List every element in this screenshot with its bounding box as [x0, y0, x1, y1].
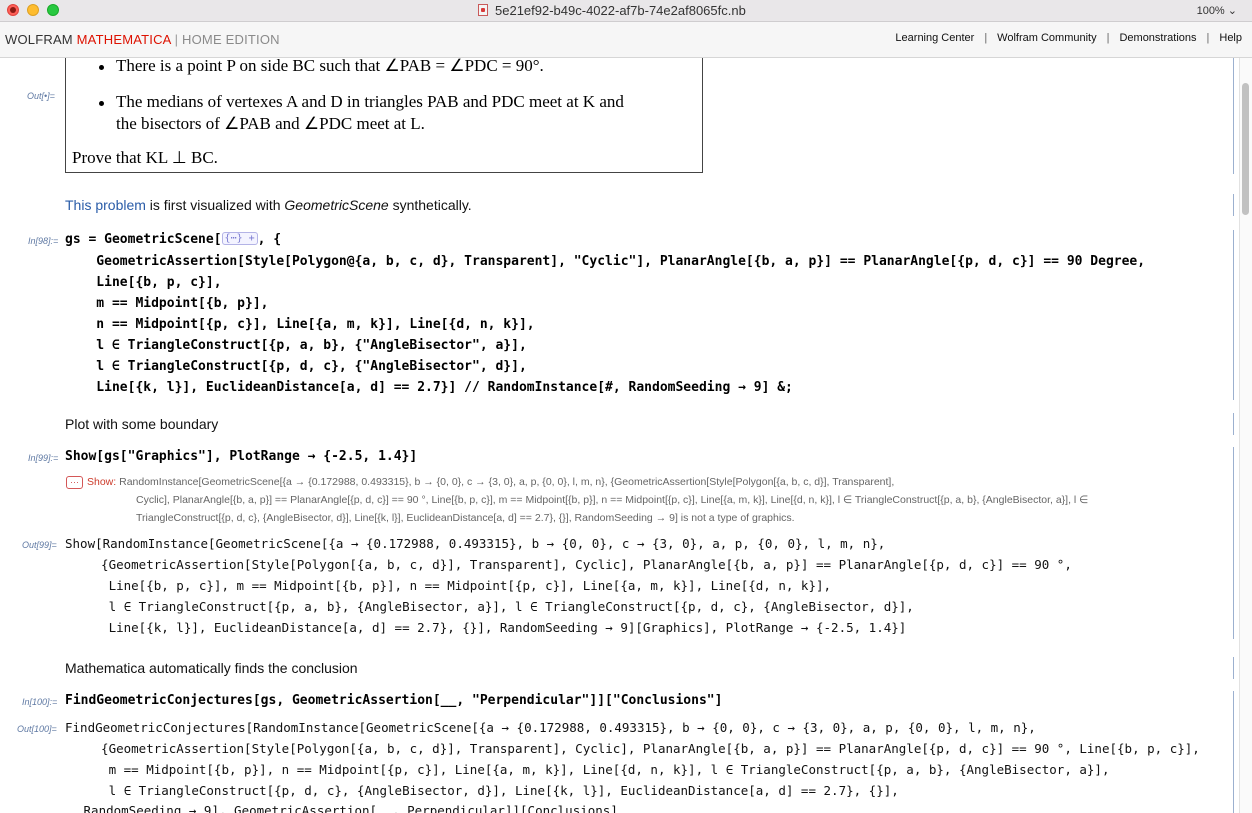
link-wolfram-community[interactable]: Wolfram Community [997, 32, 1096, 44]
message-tag: Show [87, 476, 114, 488]
cell-bracket[interactable] [1230, 447, 1234, 639]
problem-line-3: the bisectors of ∠PAB and ∠PDC meet at L… [116, 114, 425, 133]
out99-line-4[interactable]: l ∈ TriangleConstruct[{p, a, b}, {AngleB… [86, 599, 914, 614]
scrollbar-thumb[interactable] [1242, 83, 1249, 215]
conclusion-text: Mathematica automatically finds the conc… [65, 660, 358, 676]
cell-bracket[interactable] [1230, 58, 1234, 174]
close-window-button[interactable] [7, 4, 19, 16]
out100-line-4[interactable]: l ∈ TriangleConstruct[{p, d, c}, {AngleB… [86, 783, 899, 798]
in100-code[interactable]: FindGeometricConjectures[gs, GeometricAs… [65, 693, 722, 708]
top-links: Learning Center | Wolfram Community | Demons… [895, 32, 1242, 44]
link-demonstrations[interactable]: Demonstrations [1119, 32, 1196, 44]
in98-line-5[interactable]: m == Midpoint[{b, p}], [65, 296, 268, 311]
chevron-down-icon: ⌄ [1227, 5, 1237, 17]
notebook-file-icon [478, 4, 488, 16]
in98-line-9[interactable]: Line[{k, l}], EuclideanDistance[a, d] ==… [65, 380, 793, 395]
in98-line-4[interactable]: Line[{b, p, c}], [65, 275, 221, 290]
out100-line-5[interactable]: RandomSeeding → 9], GeometricAssertion[_… [76, 803, 618, 813]
minimize-window-button[interactable] [27, 4, 39, 16]
plot-boundary-text: Plot with some boundary [65, 416, 219, 432]
in98-label: In[98]:= [28, 236, 59, 246]
in99-code[interactable]: Show[gs["Graphics"], PlotRange → {-2.5, … [65, 449, 417, 464]
zoom-level: 100% [1196, 5, 1225, 17]
wolfram-brand-logo: WOLFRAM MATHEMATICA | HOME EDITION [5, 32, 280, 47]
out99-line-5[interactable]: Line[{k, l}], EuclideanDistance[a, d] ==… [86, 620, 907, 635]
notebook-toolbar: WOLFRAM MATHEMATICA | HOME EDITION Learn… [0, 22, 1252, 58]
show-message: ⋯ Show: RandomInstance[GeometricScene[{a … [66, 473, 1088, 527]
problem-link[interactable]: This problem [65, 197, 146, 213]
out100-line-3[interactable]: m == Midpoint[{b, p}], n == Midpoint[{p,… [86, 762, 1110, 777]
problem-line-1: There is a point P on side BC such that … [116, 58, 544, 75]
in100-label: In[100]:= [22, 697, 58, 707]
cell-bracket[interactable] [1230, 413, 1234, 435]
cell-bracket[interactable] [1230, 691, 1234, 813]
zoom-level-dropdown[interactable]: 100% ⌄ [1197, 4, 1237, 17]
out99-line-3[interactable]: Line[{b, p, c}], m == Midpoint[{b, p}], … [86, 578, 831, 593]
close-icon [10, 7, 16, 13]
in98-line-6[interactable]: n == Midpoint[{p, c}], Line[{a, m, k}], … [65, 317, 534, 332]
in98-line-8[interactable]: l ∈ TriangleConstruct[{p, d, c}, {"Angle… [65, 359, 526, 374]
link-learning-center[interactable]: Learning Center [895, 32, 974, 44]
link-help[interactable]: Help [1219, 32, 1242, 44]
in99-label: In[99]:= [28, 453, 59, 463]
out99-line-2[interactable]: {GeometricAssertion[Style[Polygon[{a, b,… [86, 557, 1072, 572]
out99-line-1[interactable]: Show[RandomInstance[GeometricScene[{a → … [65, 536, 885, 551]
notebook-content[interactable]: Out[•]= There is a point P on side BC su… [0, 58, 1238, 813]
brand-mathematica: MATHEMATICA [76, 32, 171, 47]
problem-line-4: Prove that KL ⊥ BC. [72, 148, 218, 167]
in98-code[interactable]: gs = GeometricScene[{⋯} +, { [65, 232, 281, 247]
expand-elided-button[interactable]: {⋯} + [221, 232, 258, 245]
cell-bracket[interactable] [1230, 230, 1234, 400]
out100-line-1[interactable]: FindGeometricConjectures[RandomInstance[… [65, 720, 1036, 735]
window-title: 5e21ef92-b49c-4022-af7b-74e2af8065fc.nb [495, 3, 746, 18]
out100-label: Out[100]= [17, 724, 57, 734]
brand-wolfram: WOLFRAM [5, 32, 73, 47]
zoom-window-button[interactable] [47, 4, 59, 16]
in98-line-7[interactable]: l ∈ TriangleConstruct[{p, a, b}, {"Angle… [65, 338, 526, 353]
out-label-top: Out[•]= [27, 91, 55, 101]
out100-line-2[interactable]: {GeometricAssertion[Style[Polygon[{a, b,… [86, 741, 1200, 756]
brand-edition: HOME EDITION [182, 32, 280, 47]
intro-text: This problem is first visualized with Ge… [65, 197, 472, 213]
vertical-scrollbar[interactable] [1239, 58, 1252, 813]
out99-label: Out[99]= [22, 540, 57, 550]
problem-line-2: The medians of vertexes A and D in trian… [116, 92, 624, 111]
in98-line-3[interactable]: GeometricAssertion[Style[Polygon@{a, b, … [65, 254, 1145, 269]
problem-statement-box: There is a point P on side BC such that … [65, 58, 703, 173]
message-menu-button[interactable]: ⋯ [66, 476, 83, 489]
window-title-bar: 5e21ef92-b49c-4022-af7b-74e2af8065fc.nb … [0, 0, 1252, 22]
cell-bracket[interactable] [1230, 194, 1234, 216]
cell-bracket[interactable] [1230, 657, 1234, 679]
